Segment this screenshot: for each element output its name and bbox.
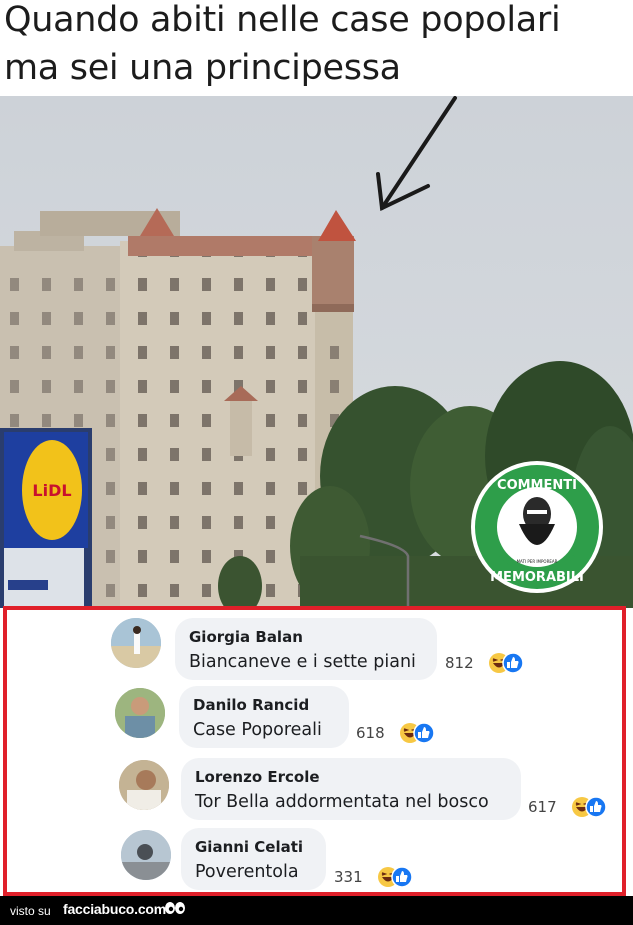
reaction-icons xyxy=(399,722,435,744)
comment-author[interactable]: Gianni Celati xyxy=(195,838,312,856)
comment-author[interactable]: Danilo Rancid xyxy=(193,696,335,714)
comment-bubble: Lorenzo Ercole Tor Bella addormentata ne… xyxy=(181,758,521,820)
caption-line-1: Quando abiti nelle case popolari xyxy=(4,0,561,40)
like-icon xyxy=(584,796,607,818)
comment-author[interactable]: Lorenzo Ercole xyxy=(195,768,507,786)
avatar[interactable] xyxy=(111,618,161,668)
site-link[interactable]: facciabuco.com xyxy=(63,901,166,917)
comment-author[interactable]: Giorgia Balan xyxy=(189,628,423,646)
reaction-summary[interactable]: 331 xyxy=(334,866,413,888)
reaction-summary[interactable]: 618 xyxy=(356,722,435,744)
comment-text: Tor Bella addormentata nel bosco xyxy=(195,792,489,812)
badge-top-text: COMMENTI xyxy=(497,478,577,493)
store-sign-text: LiDL xyxy=(32,481,71,500)
comment-text: Poverentola xyxy=(195,862,299,882)
badge-bottom-text: MEMORABILI xyxy=(490,570,584,585)
comment-bubble: Danilo Rancid Case Poporeali xyxy=(179,686,349,748)
caption-line-2: ma sei una principessa xyxy=(4,48,401,88)
reaction-count: 812 xyxy=(445,654,474,672)
reaction-count: 617 xyxy=(528,798,557,816)
reaction-icons xyxy=(571,796,607,818)
avatar[interactable] xyxy=(115,688,165,738)
like-icon xyxy=(390,866,413,888)
store-sign xyxy=(0,428,92,608)
comment-bubble: Gianni Celati Poverentola xyxy=(181,828,326,890)
reaction-summary[interactable]: 812 xyxy=(445,652,524,674)
reaction-icons xyxy=(377,866,413,888)
reaction-count: 331 xyxy=(334,868,363,886)
like-icon xyxy=(501,652,524,674)
reaction-count: 618 xyxy=(356,724,385,742)
reaction-summary[interactable]: 617 xyxy=(528,796,607,818)
eyes-icon xyxy=(164,900,186,923)
like-icon xyxy=(412,722,435,744)
visto-su-label: visto su xyxy=(10,904,51,918)
comment-bubble: Giorgia Balan Biancaneve e i sette piani xyxy=(175,618,437,680)
site-footer: visto su facciabuco.com xyxy=(0,896,633,925)
building-photo: LiDL COMMENTI MEMORABILI MATI PER IMPORE… xyxy=(0,96,633,608)
avatar[interactable] xyxy=(119,760,169,810)
comments-panel: Giorgia Balan Biancaneve e i sette piani… xyxy=(3,606,626,896)
avatar[interactable] xyxy=(121,830,171,880)
meme-caption: Quando abiti nelle case popolari ma sei … xyxy=(0,0,633,96)
badge-small-text: MATI PER IMPOREAR xyxy=(517,559,558,564)
reaction-icons xyxy=(488,652,524,674)
comment-text: Biancaneve e i sette piani xyxy=(189,652,416,672)
comment-text: Case Poporeali xyxy=(193,720,322,740)
